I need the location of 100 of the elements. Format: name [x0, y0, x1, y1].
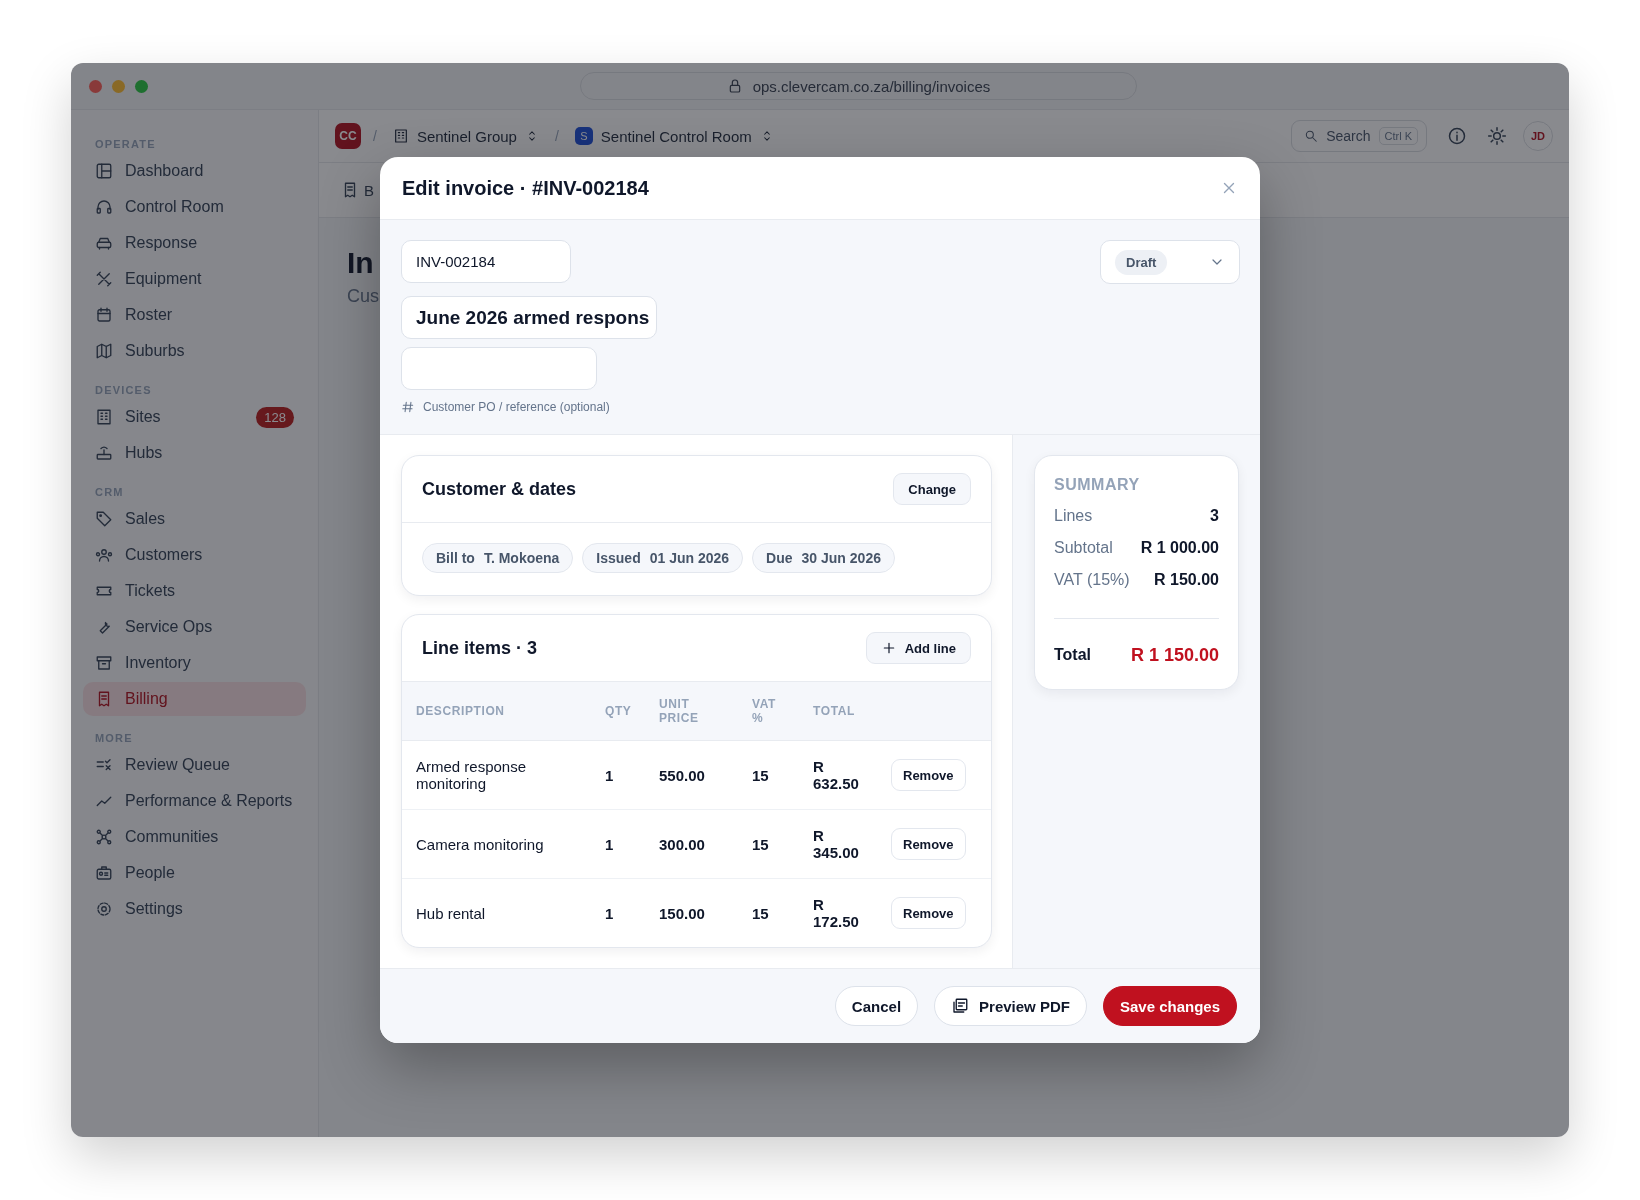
remove-button[interactable]: Remove	[891, 897, 966, 929]
cancel-button[interactable]: Cancel	[834, 986, 919, 1026]
sidebar-item[interactable]: Communities	[83, 820, 306, 854]
sidebar-item[interactable]: Inventory	[83, 646, 306, 680]
sidebar-item[interactable]: Equipment	[83, 262, 306, 296]
table-cell-text: 150.00	[659, 904, 706, 922]
card-title: Line items · 3	[422, 637, 538, 659]
table-cell-text: R 172.50	[813, 896, 860, 930]
info-chip: Bill to T. Mokoena	[422, 543, 574, 573]
calendar-icon	[95, 306, 113, 324]
summary-value: R 150.00	[1154, 571, 1219, 589]
workspace-badge: S	[574, 127, 593, 145]
logo-badge: CC	[335, 123, 361, 149]
search-icon	[1304, 129, 1319, 143]
hash-icon	[401, 400, 415, 414]
sun-icon[interactable]	[1487, 126, 1507, 146]
sidebar-item[interactable]: People	[83, 856, 306, 890]
card-title: Customer & dates	[422, 478, 577, 500]
preview-pdf-button[interactable]: Preview PDF	[934, 986, 1087, 1026]
summary-label: Subtotal	[1054, 539, 1113, 557]
tools-icon	[95, 270, 113, 288]
headset-icon	[95, 198, 113, 216]
workspace-switcher[interactable]: S Sentinel Control Room	[570, 127, 778, 145]
reference-field[interactable]	[401, 347, 597, 390]
remove-button[interactable]: Remove	[891, 828, 966, 860]
summary-label: Lines	[1054, 507, 1093, 525]
sidebar-item[interactable]: Review Queue	[83, 748, 306, 782]
organization-switcher[interactable]: Sentinel Group	[388, 127, 543, 145]
sidebar-item[interactable]: Settings	[83, 892, 306, 926]
remove-button[interactable]: Remove	[891, 759, 966, 791]
archive-icon	[95, 654, 113, 672]
summary-label: VAT (15%)	[1054, 571, 1130, 589]
table-cell-text: Hub rental	[416, 904, 487, 922]
total-label: Total	[1054, 646, 1092, 664]
table-cell-text: Camera monitoring	[416, 835, 545, 853]
breadcrumb-separator: /	[554, 128, 559, 144]
dialog-title: Edit invoice · #INV-002184	[402, 176, 649, 200]
table-cell-text: 1	[605, 766, 615, 784]
total-value: R 1 150.00	[1130, 644, 1219, 666]
building-icon	[392, 128, 409, 144]
table-cell-text: 15	[752, 835, 770, 853]
sidebar-item[interactable]: Control Room	[83, 190, 306, 224]
page-title: In	[347, 246, 374, 280]
sidebar-item[interactable]: Customers	[83, 538, 306, 572]
info-icon[interactable]	[1447, 126, 1467, 146]
tag-icon	[95, 510, 113, 528]
sidebar-item[interactable]: Tickets	[83, 574, 306, 608]
page-subtitle: Cus	[347, 286, 379, 307]
info-chip: Due 30 Jun 2026	[752, 543, 895, 573]
router-icon	[95, 444, 113, 462]
summary-title: SUMMARY	[1054, 476, 1141, 494]
zoom-window-button[interactable]	[135, 79, 148, 93]
table-cell-text: 1	[605, 835, 615, 853]
table-cell-text: 15	[752, 904, 770, 922]
table-cell-text: 1	[605, 904, 615, 922]
sidebar-item[interactable]: Performance & Reports	[83, 784, 306, 818]
sidebar-item[interactable]: Sites 128	[83, 400, 306, 434]
sidebar-item[interactable]: Billing	[83, 682, 306, 716]
column-header: UNIT PRICE	[659, 697, 700, 725]
table-cell-text: R 345.00	[813, 827, 860, 861]
users-icon	[95, 546, 113, 564]
breadcrumb-separator: /	[373, 128, 377, 144]
network-icon	[95, 828, 113, 846]
table-cell-text: 15	[752, 766, 770, 784]
id-card-icon	[95, 864, 113, 882]
add-line-button[interactable]: Add line	[865, 632, 971, 664]
sidebar-item[interactable]: Roster	[83, 298, 306, 332]
building-icon	[95, 408, 113, 426]
summary-value: 3	[1210, 507, 1219, 525]
document-icon	[951, 997, 970, 1015]
invoice-title-field[interactable]: June 2026 armed respons	[401, 296, 657, 339]
status-select[interactable]: Draft	[1100, 240, 1240, 284]
minimize-window-button[interactable]	[112, 79, 125, 93]
breadcrumb[interactable]: B	[364, 181, 374, 199]
close-window-button[interactable]	[89, 79, 102, 93]
table-cell-text: Armed response monitoring	[416, 758, 528, 792]
column-header: TOTAL	[813, 704, 856, 718]
column-header: QTY	[605, 704, 633, 718]
column-header: VAT %	[752, 697, 778, 725]
sidebar-item[interactable]: Service Ops	[83, 610, 306, 644]
table-cell-text: 300.00	[659, 835, 706, 853]
field-hint: Customer PO / reference (optional)	[423, 400, 610, 414]
save-button[interactable]: Save changes	[1102, 986, 1237, 1026]
layout-icon	[95, 162, 113, 180]
column-header: DESCRIPTION	[416, 704, 506, 718]
sidebar-item[interactable]: Hubs	[83, 436, 306, 470]
sidebar-item[interactable]: Dashboard	[83, 154, 306, 188]
sidebar-item[interactable]: Suburbs	[83, 334, 306, 368]
info-chip: Issued 01 Jun 2026	[582, 543, 744, 573]
sidebar-item[interactable]: Response	[83, 226, 306, 260]
invoice-number-field[interactable]: INV-002184	[401, 240, 571, 283]
table-cell-text: R 632.50	[813, 758, 860, 792]
summary-value: R 1 000.00	[1140, 539, 1219, 557]
search-field[interactable]: Search Ctrl K	[1291, 120, 1427, 152]
table-cell-text: 550.00	[659, 766, 706, 784]
count-badge: 128	[256, 406, 294, 428]
sidebar-item[interactable]: Sales	[83, 502, 306, 536]
map-icon	[95, 342, 113, 360]
change-button[interactable]: Change	[893, 473, 971, 505]
shortcut-hint: Ctrl K	[1378, 127, 1418, 145]
